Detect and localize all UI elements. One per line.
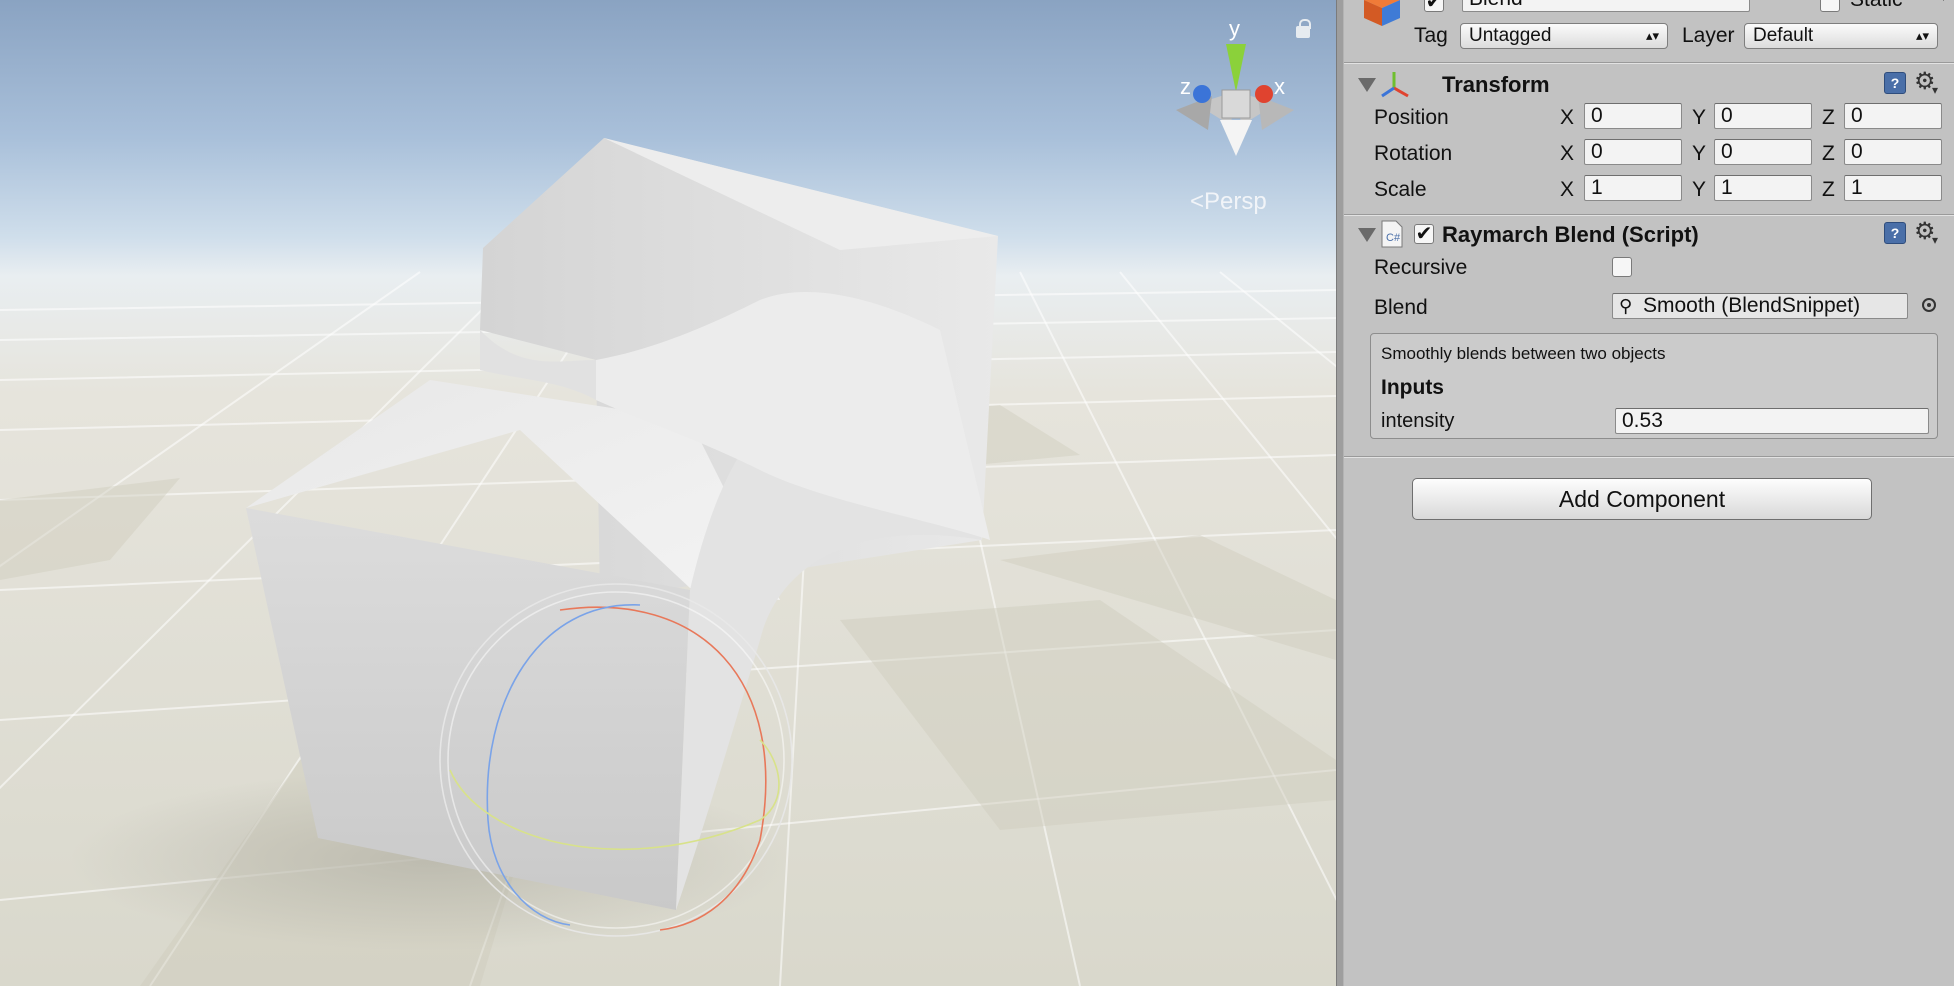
layer-value: Default [1753, 25, 1814, 46]
orientation-gizmo[interactable] [1176, 44, 1294, 156]
tag-dropdown[interactable]: Untagged ▴▾ [1460, 23, 1668, 49]
transform-title[interactable]: Transform [1442, 72, 1550, 98]
blend-help-box: Smoothly blends between two objects Inpu… [1370, 333, 1938, 439]
axis-z-label[interactable]: Z [1822, 178, 1835, 202]
blend-label: Blend [1374, 296, 1428, 319]
scale-label: Scale [1374, 178, 1427, 201]
updown-arrows-icon: ▴▾ [1645, 28, 1659, 43]
panel-divider[interactable] [1336, 0, 1344, 986]
scene-viewport[interactable]: y x z [0, 0, 1336, 986]
updown-arrows-icon: ▴▾ [1915, 28, 1929, 43]
gizmo-axis-x-label: x [1274, 74, 1285, 99]
help-book-icon[interactable]: ? [1884, 222, 1906, 244]
scale-y-field[interactable]: 1 [1714, 175, 1812, 201]
svg-text:C#: C# [1386, 232, 1401, 244]
add-component-button[interactable]: Add Component [1412, 478, 1872, 520]
tag-label: Tag [1414, 24, 1448, 47]
layer-label: Layer [1682, 24, 1735, 47]
script-enabled-checkbox[interactable]: ✔ [1414, 224, 1434, 244]
script-foldout-arrow[interactable] [1358, 228, 1376, 242]
rotation-z-field[interactable]: 0 [1844, 139, 1942, 165]
static-checkbox[interactable] [1820, 0, 1840, 12]
axis-y-label[interactable]: Y [1692, 142, 1706, 166]
blend-description: Smoothly blends between two objects [1381, 344, 1666, 363]
recursive-checkbox[interactable] [1612, 257, 1632, 277]
gameobject-active-checkbox[interactable]: ✔ [1424, 0, 1444, 12]
position-label: Position [1374, 106, 1449, 129]
inputs-header: Inputs [1381, 376, 1444, 399]
gizmo-axis-y-label: y [1229, 16, 1240, 41]
tag-value: Untagged [1469, 25, 1552, 46]
link-icon: ⚲ [1619, 296, 1633, 316]
lock-icon[interactable] [1296, 19, 1311, 38]
intensity-label: intensity [1381, 410, 1455, 432]
chevron-left-icon: < [1190, 188, 1205, 215]
object-picker-icon[interactable] [1922, 298, 1936, 312]
position-z-field[interactable]: 0 [1844, 103, 1942, 129]
axis-y-label[interactable]: Y [1692, 106, 1706, 130]
gear-icon[interactable]: ⚙ [1914, 220, 1938, 253]
axis-x-label[interactable]: X [1560, 106, 1574, 130]
blend-object-field[interactable]: ⚲ Smooth (BlendSnippet) [1612, 293, 1908, 319]
projection-toggle[interactable]: <Persp [1190, 188, 1267, 216]
axis-x-label[interactable]: X [1560, 142, 1574, 166]
script-title[interactable]: Raymarch Blend (Script) [1442, 222, 1699, 248]
help-book-icon[interactable]: ? [1884, 72, 1906, 94]
scene-view[interactable]: y x z <Persp [0, 0, 1336, 986]
inspector-panel: ✔ Blend Static ▾ Tag Untagged ▴▾ Layer De… [1344, 0, 1954, 986]
blend-value: Smooth (BlendSnippet) [1643, 294, 1861, 317]
recursive-label: Recursive [1374, 256, 1468, 279]
transform-axes-icon [1380, 70, 1410, 100]
scale-z-field[interactable]: 1 [1844, 175, 1942, 201]
axis-y-label[interactable]: Y [1692, 178, 1706, 202]
projection-label: Persp [1204, 188, 1267, 215]
rotation-label: Rotation [1374, 142, 1453, 165]
chevron-down-icon[interactable]: ▾ [1940, 0, 1947, 5]
intensity-field[interactable]: 0.53 [1615, 408, 1929, 434]
transform-foldout-arrow[interactable] [1358, 78, 1376, 92]
scale-x-field[interactable]: 1 [1584, 175, 1682, 201]
position-x-field[interactable]: 0 [1584, 103, 1682, 129]
static-label: Static [1850, 0, 1903, 12]
csharp-script-icon: C# [1380, 220, 1404, 248]
axis-z-label[interactable]: Z [1822, 142, 1835, 166]
gear-icon[interactable]: ⚙ [1914, 70, 1938, 103]
rotation-y-field[interactable]: 0 [1714, 139, 1812, 165]
blended-object [246, 138, 998, 910]
position-y-field[interactable]: 0 [1714, 103, 1812, 129]
axis-x-label[interactable]: X [1560, 178, 1574, 202]
layer-dropdown[interactable]: Default ▴▾ [1744, 23, 1938, 49]
gizmo-axis-z-label: z [1180, 74, 1191, 99]
gameobject-name-field[interactable]: Blend [1462, 0, 1750, 12]
rotation-x-field[interactable]: 0 [1584, 139, 1682, 165]
axis-z-label[interactable]: Z [1822, 106, 1835, 130]
gameobject-cube-icon [1362, 0, 1402, 26]
